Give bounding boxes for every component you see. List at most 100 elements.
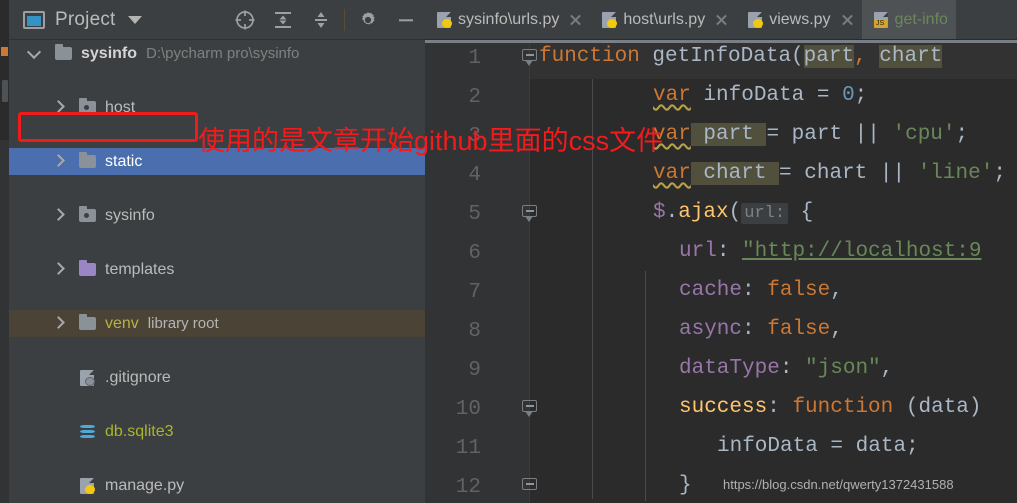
code-token-colon: :	[742, 318, 768, 341]
code-token-operator: ||	[879, 162, 918, 185]
project-tree[interactable]: sysinfo D:\pycharm pro\sysinfo host stat…	[9, 40, 425, 503]
editor-tab-get-info[interactable]: JS get-info	[861, 0, 956, 39]
code-token-identifier: data	[855, 435, 907, 458]
fold-marker-expanded[interactable]	[522, 400, 538, 417]
code-token-number: 0	[842, 84, 855, 107]
code-token-string: 'line'	[917, 162, 994, 185]
fold-marker-expanded[interactable]	[522, 49, 538, 66]
code-line-11: infoData = data;	[717, 435, 1017, 458]
tree-row-host[interactable]: host	[9, 94, 425, 121]
collapse-all-icon[interactable]	[302, 0, 340, 40]
tree-row-venv[interactable]: venv library root	[9, 310, 425, 337]
tree-row-gitignore[interactable]: .gitignore	[9, 364, 425, 391]
code-token-keyword: var	[653, 123, 691, 146]
fold-marker-expanded[interactable]	[522, 205, 538, 222]
code-token-keyword: function	[792, 396, 894, 419]
chevron-right-icon[interactable]	[51, 317, 64, 330]
tree-row-sysinfo-root[interactable]: sysinfo D:\pycharm pro\sysinfo	[9, 40, 425, 67]
code-token-semicolon: ;	[854, 84, 868, 107]
tree-label: manage.py	[105, 476, 185, 494]
code-line-6: url: "http://localhost:9	[679, 240, 1017, 263]
code-token-semicolon: ;	[955, 123, 969, 146]
code-token-property: async	[679, 318, 743, 341]
module-folder-icon	[78, 205, 98, 225]
code-token-colon: :	[779, 357, 806, 380]
editor-gutter[interactable]	[425, 41, 529, 503]
python-file-icon	[435, 11, 452, 29]
line-number: 1	[468, 47, 481, 70]
tree-row-static[interactable]: static	[9, 148, 425, 175]
folder-icon	[78, 151, 98, 171]
line-number: 10	[455, 398, 481, 421]
code-line-10: success: function (data)	[679, 396, 1017, 419]
code-token-function-name: getInfoData(	[639, 45, 804, 68]
gear-icon[interactable]	[349, 0, 387, 40]
folder-icon	[54, 43, 74, 63]
line-number: 7	[468, 281, 481, 304]
code-line-4: var chart = chart || 'line';	[653, 162, 1017, 185]
expand-all-icon[interactable]	[264, 0, 302, 40]
chevron-right-icon[interactable]	[51, 155, 64, 168]
editor-horizontal-scrollbar[interactable]	[425, 40, 1017, 43]
line-number: 3	[468, 125, 481, 148]
tree-row-sysinfo-module[interactable]: sysinfo	[9, 202, 425, 229]
code-token-comma: ,	[830, 279, 843, 302]
code-token-identifier: chart	[690, 162, 780, 185]
chevron-down-icon[interactable]	[27, 47, 40, 60]
code-token-operator: =	[779, 162, 805, 185]
tree-label: host	[105, 98, 136, 116]
code-token-identifier: part	[690, 123, 767, 146]
left-tool-strip	[0, 0, 9, 503]
crosshair-target-icon[interactable]	[226, 0, 264, 40]
module-folder-icon	[78, 97, 98, 117]
tree-row-templates[interactable]: templates	[9, 256, 425, 283]
chevron-right-icon[interactable]	[51, 263, 64, 276]
line-number: 2	[468, 86, 481, 109]
pycharm-window: Project sysinfo D:\pycharm pro\sysinfo h…	[0, 0, 1017, 503]
editor-tab-views[interactable]: views.py	[736, 0, 861, 39]
parameter-hint: url:	[741, 203, 789, 224]
chevron-right-icon[interactable]	[51, 101, 64, 114]
tree-label: sysinfo	[81, 44, 138, 62]
close-icon[interactable]	[840, 13, 854, 27]
code-token-dot: .	[665, 201, 679, 224]
fold-marker-expanded[interactable]	[522, 478, 538, 494]
project-window-icon	[23, 10, 45, 29]
close-icon[interactable]	[714, 13, 728, 27]
line-number: 9	[468, 359, 481, 382]
project-tool-window: Project sysinfo D:\pycharm pro\sysinfo h…	[9, 0, 425, 503]
line-number: 11	[455, 437, 481, 460]
close-icon[interactable]	[568, 13, 582, 27]
bookmark-icon[interactable]	[1, 47, 8, 56]
code-editor[interactable]: 1 2 3 4 5 6 7 8 9 10 11 12 function getI…	[425, 41, 1017, 503]
editor-tab-sysinfo-urls[interactable]: sysinfo\urls.py	[425, 0, 590, 39]
code-line-1: function getInfoData(part, chart	[539, 45, 1017, 68]
python-file-icon	[600, 11, 618, 29]
javascript-file-icon: JS	[872, 11, 889, 29]
code-token-param-part: part	[803, 45, 855, 68]
chevron-down-icon[interactable]	[127, 15, 142, 24]
code-token-keyword: var	[653, 162, 691, 185]
editor-tab-host-urls[interactable]: host\urls.py	[590, 0, 736, 39]
tree-label: static	[105, 152, 143, 170]
tree-row-db-sqlite3[interactable]: db.sqlite3	[9, 418, 425, 445]
watermark-url: https://blog.csdn.net/qwerty1372431588	[723, 477, 954, 492]
minimize-icon[interactable]	[387, 0, 425, 40]
tab-label: get-info	[894, 10, 948, 28]
code-token-identifier: chart	[804, 162, 880, 185]
code-token-args: (data)	[893, 396, 982, 419]
code-line-3: var part = part || 'cpu';	[653, 123, 1017, 146]
code-token-url-string[interactable]: "http://localhost:9	[742, 240, 981, 263]
database-file-icon	[78, 423, 98, 441]
code-token-operator: =	[766, 123, 792, 146]
chevron-right-icon[interactable]	[51, 209, 64, 222]
tab-label: views.py	[769, 10, 831, 28]
left-strip-tab-chip[interactable]	[2, 80, 8, 102]
tree-row-manage-py[interactable]: manage.py	[9, 472, 425, 499]
code-token-semicolon: ;	[993, 162, 1006, 185]
code-token-operator: =	[816, 84, 843, 107]
code-token-colon: :	[716, 240, 743, 263]
code-token-boolean: false	[767, 318, 831, 341]
toolbar-separator	[344, 8, 345, 31]
editor-tab-bar: sysinfo\urls.py host\urls.py views.py JS…	[425, 0, 1017, 40]
